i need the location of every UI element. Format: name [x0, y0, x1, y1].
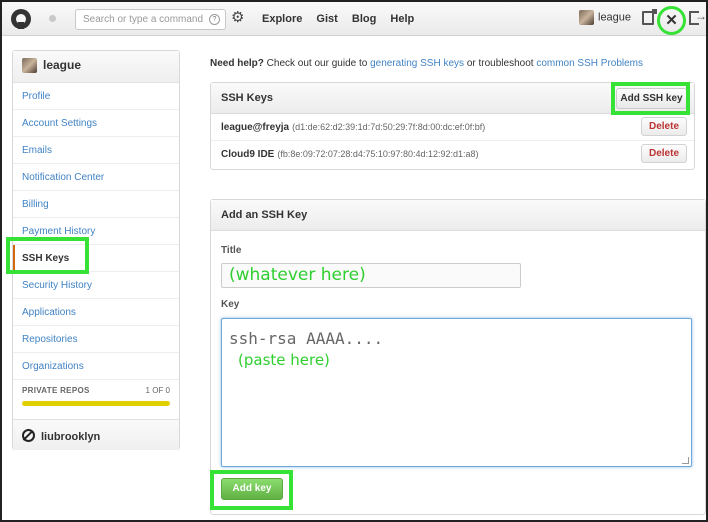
common-ssh-problems-link[interactable]: common SSH Problems	[536, 58, 643, 69]
key-value-line-1: ssh-rsa AAAA....	[229, 329, 384, 348]
add-ssh-key-button[interactable]: Add SSH key	[616, 88, 687, 109]
generating-ssh-keys-link[interactable]: generating SSH keys	[370, 58, 464, 69]
title-input[interactable]: (whatever here)	[221, 263, 521, 288]
ssh-keys-panel: SSH Keys Add SSH key league@freyja (d1:de…	[210, 82, 695, 170]
key-value-line-2: (paste here)	[238, 351, 330, 369]
sidebar-item-repositories[interactable]: Repositories	[13, 326, 179, 353]
logout-icon[interactable]	[689, 9, 707, 25]
ssh-key-row: Cloud9 IDE (fb:8e:09:72:07:28:d4:75:10:97…	[211, 141, 694, 168]
sidebar-account-header[interactable]: league	[13, 51, 179, 83]
user-menu[interactable]: league	[579, 10, 631, 28]
ssh-key-name: Cloud9 IDE	[221, 149, 275, 160]
ssh-keys-title: SSH Keys	[221, 92, 273, 104]
nav-help[interactable]: Help	[390, 13, 414, 25]
username[interactable]: league	[598, 12, 631, 24]
gear-icon[interactable]: ⚙	[231, 10, 246, 25]
top-header: Search or type a command ? ⚙ Explore Gis…	[2, 2, 707, 36]
help-text-1: Check out our guide to	[263, 58, 371, 69]
org-name: liubrooklyn	[41, 431, 101, 443]
private-repos-bar	[22, 401, 170, 406]
avatar	[22, 58, 37, 74]
title-label: Title	[221, 245, 242, 256]
sidebar-item-emails[interactable]: Emails	[13, 137, 179, 164]
delete-key-button[interactable]: Delete	[641, 117, 687, 136]
private-repos-count: 1 OF 0	[145, 386, 170, 395]
account-settings-tools-icon[interactable]: ✕	[657, 6, 686, 35]
sidebar-item-notification-center[interactable]: Notification Center	[13, 164, 179, 191]
top-nav: Explore Gist Blog Help	[262, 13, 425, 25]
sidebar-item-payment-history[interactable]: Payment History	[13, 218, 179, 245]
search-input[interactable]: Search or type a command ?	[75, 9, 226, 30]
add-key-button[interactable]: Add key	[221, 478, 283, 500]
add-ssh-key-header: Add an SSH Key	[211, 200, 705, 231]
search-help-icon[interactable]: ?	[209, 14, 220, 25]
sidebar-item-applications[interactable]: Applications	[13, 299, 179, 326]
sidebar-item-profile[interactable]: Profile	[13, 83, 179, 110]
sidebar-item-billing[interactable]: Billing	[13, 191, 179, 218]
search-placeholder: Search or type a command	[83, 14, 204, 25]
ssh-keys-header: SSH Keys Add SSH key	[211, 83, 694, 114]
avatar	[579, 10, 594, 25]
key-textarea[interactable]: ssh-rsa AAAA.... (paste here)	[221, 318, 692, 467]
sidebar-account-name: league	[43, 58, 82, 72]
ssh-key-fingerprint: (d1:de:62:d2:39:1d:7d:50:29:7f:8d:00:dc:…	[292, 122, 486, 132]
private-repos-meter: PRIVATE REPOS 1 OF 0	[13, 379, 179, 419]
delete-key-button[interactable]: Delete	[641, 144, 687, 163]
settings-sidebar: league Profile Account Settings Emails N…	[12, 50, 180, 450]
ssh-key-name: league@freyja	[221, 122, 290, 133]
nav-gist[interactable]: Gist	[316, 13, 337, 25]
resize-handle[interactable]	[682, 457, 689, 464]
key-label: Key	[221, 299, 240, 310]
nav-explore[interactable]: Explore	[262, 13, 302, 25]
nav-blog[interactable]: Blog	[352, 13, 376, 25]
ssh-key-row: league@freyja (d1:de:62:d2:39:1d:7d:50:29…	[211, 114, 694, 141]
sidebar-item-account-settings[interactable]: Account Settings	[13, 110, 179, 137]
sidebar-item-organizations[interactable]: Organizations	[13, 353, 179, 380]
help-text: Need help? Check out our guide to genera…	[210, 58, 643, 69]
sidebar-item-ssh-keys[interactable]: SSH Keys	[13, 245, 179, 272]
no-entry-icon	[22, 429, 35, 442]
notification-dot-icon[interactable]	[49, 15, 56, 22]
help-text-2: or troubleshoot	[464, 58, 537, 69]
sidebar-org-switcher[interactable]: liubrooklyn	[13, 419, 179, 450]
sidebar-item-security-history[interactable]: Security History	[13, 272, 179, 299]
help-prefix: Need help?	[210, 58, 264, 69]
github-logo-icon[interactable]	[11, 9, 31, 29]
news-feed-icon[interactable]	[642, 9, 657, 25]
add-ssh-key-panel: Add an SSH Key Title (whatever here) Key…	[210, 199, 706, 515]
ssh-key-fingerprint: (fb:8e:09:72:07:28:d4:75:10:97:80:4d:12:…	[277, 149, 479, 159]
add-ssh-key-title: Add an SSH Key	[221, 209, 308, 221]
